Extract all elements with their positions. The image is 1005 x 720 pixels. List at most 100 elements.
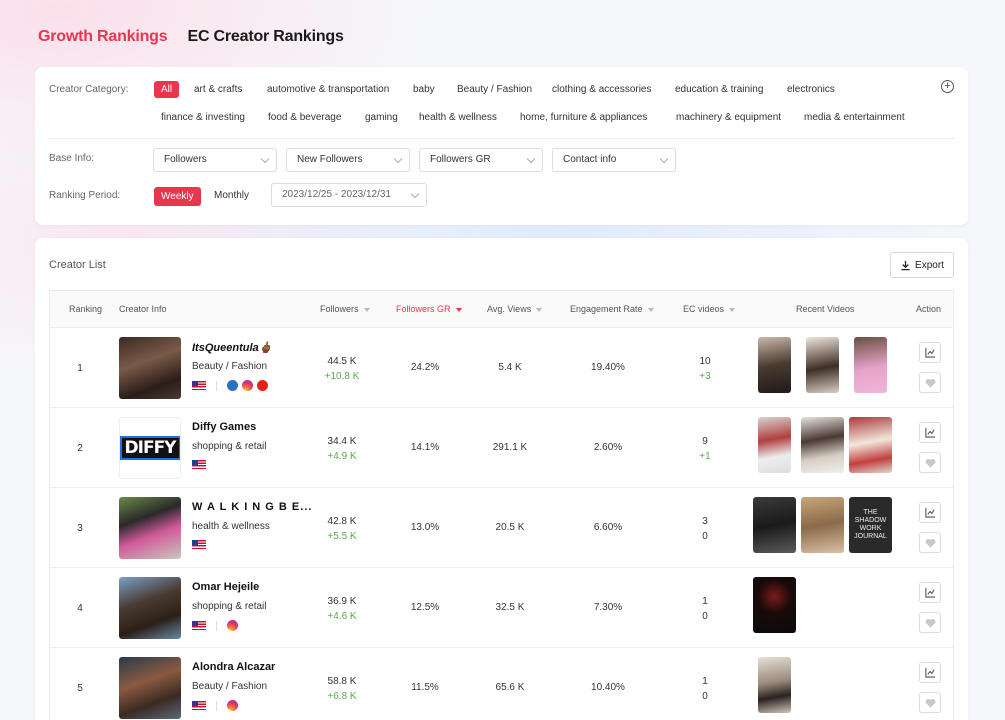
trend-chart-button[interactable] — [919, 582, 941, 603]
category-chip-machinery[interactable]: machinery & equipment — [676, 112, 781, 123]
table-row[interactable]: 1 ItsQueentula🖕🏾 Beauty / Fashion 44.5 K… — [50, 328, 953, 408]
video-thumbnail[interactable] — [753, 577, 796, 633]
tab-growth-rankings[interactable]: Growth Rankings — [38, 28, 168, 46]
sort-icon — [729, 307, 736, 312]
ec-videos-cell: 10 — [680, 674, 730, 704]
video-caption: THE SHADOW WORK JOURNAL — [854, 509, 887, 540]
avatar[interactable] — [119, 497, 181, 559]
creator-category-label: Creator Category: — [49, 84, 129, 95]
tab-ec-creator-rankings[interactable]: EC Creator Rankings — [187, 28, 343, 46]
category-chip-media[interactable]: media & entertainment — [804, 112, 905, 123]
rank-cell: 4 — [77, 603, 83, 614]
contact-info-select[interactable]: Contact info — [552, 148, 676, 172]
col-ec-videos[interactable]: EC videos — [683, 304, 736, 314]
date-range-picker[interactable]: 2023/12/25 - 2023/12/31 — [271, 183, 427, 207]
table-row[interactable]: 5 Alondra Alcazar Beauty / Fashion 58.8 … — [50, 648, 953, 720]
category-chip-baby[interactable]: baby — [413, 84, 435, 95]
category-chip-all[interactable]: All — [154, 81, 180, 98]
instagram-icon[interactable] — [242, 380, 253, 391]
instagram-icon[interactable] — [227, 620, 238, 631]
category-chip-finance[interactable]: finance & investing — [161, 112, 245, 123]
favorite-button[interactable] — [919, 612, 941, 633]
chart-icon — [924, 667, 935, 678]
youtube-icon[interactable] — [257, 380, 268, 391]
creator-name[interactable]: Omar Hejeile — [192, 581, 259, 593]
video-thumbnail[interactable] — [806, 337, 839, 393]
followers-select[interactable]: Followers — [153, 148, 277, 172]
avatar[interactable] — [119, 337, 181, 399]
followers-delta: +10.8 K — [324, 371, 360, 382]
avatar[interactable] — [119, 577, 181, 639]
chevron-down-icon — [260, 154, 270, 164]
favorite-button[interactable] — [919, 532, 941, 553]
col-avg-views[interactable]: Avg. Views — [487, 304, 543, 314]
video-thumbnail[interactable] — [758, 657, 791, 713]
email-icon[interactable] — [227, 380, 238, 391]
table-row[interactable]: 4 Omar Hejeile shopping & retail 36.9 K +… — [50, 568, 953, 648]
creator-category: shopping & retail — [192, 601, 267, 612]
followers-delta: +4.6 K — [327, 611, 357, 622]
instagram-icon[interactable] — [227, 700, 238, 711]
base-info-label: Base Info: — [49, 153, 95, 164]
ec-videos-delta: +1 — [699, 451, 711, 462]
category-chip-electronics[interactable]: electronics — [787, 84, 835, 95]
creator-socials — [192, 620, 238, 631]
favorite-button[interactable] — [919, 372, 941, 393]
creator-name[interactable]: Alondra Alcazar — [192, 661, 275, 673]
trend-chart-button[interactable] — [919, 422, 941, 443]
category-chip-food[interactable]: food & beverage — [268, 112, 341, 123]
category-chip-health[interactable]: health & wellness — [419, 112, 497, 123]
category-chip-home[interactable]: home, furniture & appliances — [520, 112, 647, 123]
heart-icon — [925, 458, 935, 468]
category-chip-education[interactable]: education & training — [675, 84, 763, 95]
table-row[interactable]: 2 DIFFY Diffy Games shopping & retail 34… — [50, 408, 953, 488]
trend-chart-button[interactable] — [919, 502, 941, 523]
table-row[interactable]: 3 W A L K I N G B E... health & wellness… — [50, 488, 953, 568]
trend-chart-button[interactable] — [919, 342, 941, 363]
monthly-button[interactable]: Monthly — [214, 190, 249, 201]
category-chip-clothing[interactable]: clothing & accessories — [552, 84, 652, 95]
export-button[interactable]: Export — [890, 252, 954, 278]
creator-name[interactable]: W A L K I N G B E... — [192, 501, 312, 513]
followers-value: 58.8 K — [327, 676, 357, 687]
category-chip-gaming[interactable]: gaming — [365, 112, 398, 123]
new-followers-select-value: New Followers — [297, 154, 363, 165]
followers-value: 44.5 K — [327, 356, 357, 367]
creator-name[interactable]: Diffy Games — [192, 421, 256, 433]
us-flag-icon — [192, 540, 206, 549]
col-engagement-rate[interactable]: Engagement Rate — [570, 304, 654, 314]
us-flag-icon — [192, 460, 206, 469]
category-chip-automotive[interactable]: automotive & transportation — [267, 84, 389, 95]
avatar[interactable]: DIFFY — [119, 417, 181, 479]
creator-table: Ranking Creator Info Followers Followers… — [49, 290, 954, 720]
filter-divider — [49, 138, 954, 139]
col-followers[interactable]: Followers — [320, 304, 370, 314]
creator-name[interactable]: ItsQueentula🖕🏾 — [192, 341, 272, 354]
video-thumbnail[interactable] — [758, 417, 791, 473]
video-thumbnail[interactable] — [758, 337, 791, 393]
video-thumbnail[interactable] — [854, 337, 887, 393]
followers-gr-select-value: Followers GR — [430, 154, 491, 165]
col-followers-gr[interactable]: Followers GR — [396, 304, 462, 314]
video-thumbnail[interactable] — [849, 417, 892, 473]
favorite-button[interactable] — [919, 692, 941, 713]
new-followers-select[interactable]: New Followers — [286, 148, 410, 172]
weekly-button[interactable]: Weekly — [154, 187, 201, 206]
engagement-cell: 10.40% — [591, 682, 625, 693]
category-chip-art-crafts[interactable]: art & crafts — [194, 84, 242, 95]
followers-gr-select[interactable]: Followers GR — [419, 148, 543, 172]
trend-chart-button[interactable] — [919, 662, 941, 683]
video-thumbnail[interactable] — [801, 417, 844, 473]
col-action: Action — [916, 304, 942, 314]
video-thumbnail[interactable] — [753, 497, 796, 553]
category-chip-beauty-fashion[interactable]: Beauty / Fashion — [457, 84, 532, 95]
views-cell: 32.5 K — [495, 602, 525, 613]
video-thumbnail[interactable]: THE SHADOW WORK JOURNAL — [849, 497, 892, 553]
add-category-icon[interactable]: + — [941, 80, 954, 93]
us-flag-icon — [192, 701, 206, 710]
favorite-button[interactable] — [919, 452, 941, 473]
avatar[interactable] — [119, 657, 181, 719]
views-cell: 65.6 K — [495, 682, 525, 693]
video-thumbnail[interactable] — [801, 497, 844, 553]
followers-value: 42.8 K — [327, 516, 357, 527]
